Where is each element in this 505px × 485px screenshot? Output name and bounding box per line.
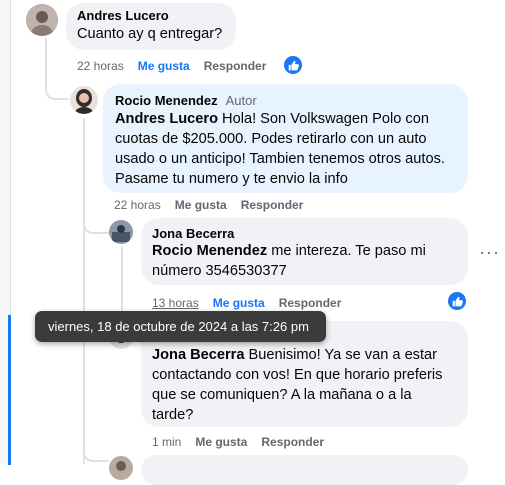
reply-button[interactable]: Responder <box>241 198 304 212</box>
comment-text: Cuanto ay q entregar? <box>77 26 223 42</box>
avatar[interactable] <box>70 86 98 114</box>
like-button[interactable]: Me gusta <box>195 435 247 449</box>
mention-link[interactable]: Andres Lucero <box>115 111 218 127</box>
comment-author[interactable]: Andres Lucero <box>77 8 169 23</box>
avatar[interactable] <box>109 456 133 480</box>
reply-button[interactable]: Responder <box>261 435 324 449</box>
comment-header: Rocio Menendez Autor <box>115 92 257 110</box>
comment-author[interactable]: Rocio Menendez <box>115 93 218 108</box>
thread-connector <box>45 80 69 100</box>
thumbs-up-icon[interactable] <box>448 292 466 310</box>
comment-actions: 22 horas Me gusta Responder <box>114 198 317 212</box>
comment-actions: 13 horas Me gusta Responder <box>152 296 355 310</box>
mention-link[interactable]: Rocio Menendez <box>152 243 267 259</box>
comment-time[interactable]: 13 horas <box>152 296 199 310</box>
like-button[interactable]: Me gusta <box>175 198 227 212</box>
like-button[interactable]: Me gusta <box>138 59 190 73</box>
comment-text: Rocio Menendez me intereza. Te paso mi n… <box>152 243 426 279</box>
comment-bubble: Rocio Menendez Autor Andres Lucero Hola! … <box>103 84 468 193</box>
more-options-icon[interactable]: ··· <box>479 242 500 263</box>
comment-text: Andres Lucero Hola! Son Volkswagen Polo … <box>115 111 445 187</box>
comment-time[interactable]: 22 horas <box>77 59 124 73</box>
thread-line <box>83 118 85 464</box>
thread-connector <box>83 212 109 234</box>
comment-bubble <box>141 455 468 485</box>
avatar[interactable] <box>109 220 133 244</box>
avatar[interactable] <box>26 4 58 36</box>
mention-link[interactable]: Jona Becerra <box>152 347 244 363</box>
comment-author[interactable]: Jona Becerra <box>152 226 234 241</box>
reply-button[interactable]: Responder <box>279 296 342 310</box>
timestamp-tooltip: viernes, 18 de octubre de 2024 a las 7:2… <box>35 311 326 342</box>
thumbs-up-icon[interactable] <box>284 56 302 74</box>
comment-actions: 22 horas Me gusta Responder <box>77 59 280 73</box>
reply-button[interactable]: Responder <box>204 59 267 73</box>
comment-bubble: Andres Lucero Cuanto ay q entregar? <box>66 3 236 50</box>
scroll-indicator <box>8 315 11 465</box>
comment-text: Jona Becerra Buenisimo! Ya se van a esta… <box>152 347 443 423</box>
comment-time[interactable]: 1 min <box>152 435 181 449</box>
like-button[interactable]: Me gusta <box>213 296 265 310</box>
comment-time[interactable]: 22 horas <box>114 198 161 212</box>
comment-bubble: Jona Becerra Rocio Menendez me intereza.… <box>141 218 468 285</box>
comment-actions: 1 min Me gusta Responder <box>152 435 338 449</box>
author-badge: Autor <box>225 93 257 108</box>
thread-connector <box>83 440 109 462</box>
